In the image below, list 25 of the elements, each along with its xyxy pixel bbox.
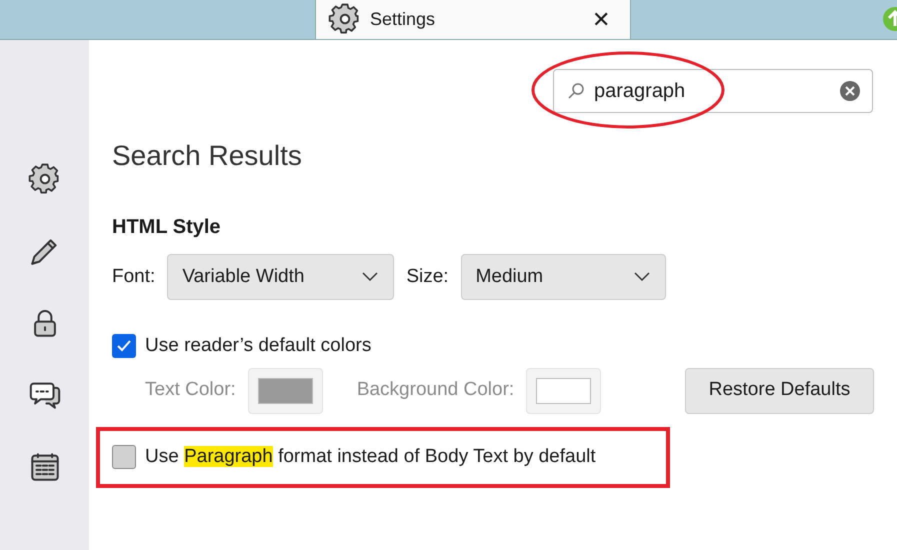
checkbox[interactable] (112, 334, 136, 358)
tab[interactable]: Settings ✕ (315, 0, 631, 39)
chevron-down-icon (361, 271, 380, 283)
gear-icon[interactable] (28, 162, 62, 196)
color-label: Text Color: (145, 378, 236, 402)
color-picker[interactable] (526, 368, 602, 414)
checkbox-label: Use reader’s default colors (145, 334, 372, 358)
restore-defaults-button[interactable]: Restore Defaults (685, 368, 874, 414)
page-heading: Search Results (112, 139, 303, 173)
color-label: Background Color: (356, 378, 514, 402)
font-select[interactable]: Variable Width (167, 254, 394, 300)
font-label: Font: (112, 264, 156, 289)
chevron-down-icon (632, 271, 651, 283)
search-field[interactable]: paragraph (553, 69, 873, 113)
checkbox-label: Use Paragraph format instead of Body Text by default (145, 444, 596, 469)
tab-title: Settings (370, 8, 436, 31)
checkbox[interactable] (112, 445, 136, 469)
search-value: paragraph (594, 79, 686, 104)
search-icon (566, 81, 586, 101)
size-select[interactable]: Medium (460, 254, 666, 300)
section-title: HTML Style (112, 215, 222, 240)
size-label: Size: (406, 264, 449, 289)
close-button[interactable]: ✕ (592, 2, 618, 36)
clear-icon[interactable] (840, 81, 860, 101)
color-picker[interactable] (248, 368, 323, 414)
